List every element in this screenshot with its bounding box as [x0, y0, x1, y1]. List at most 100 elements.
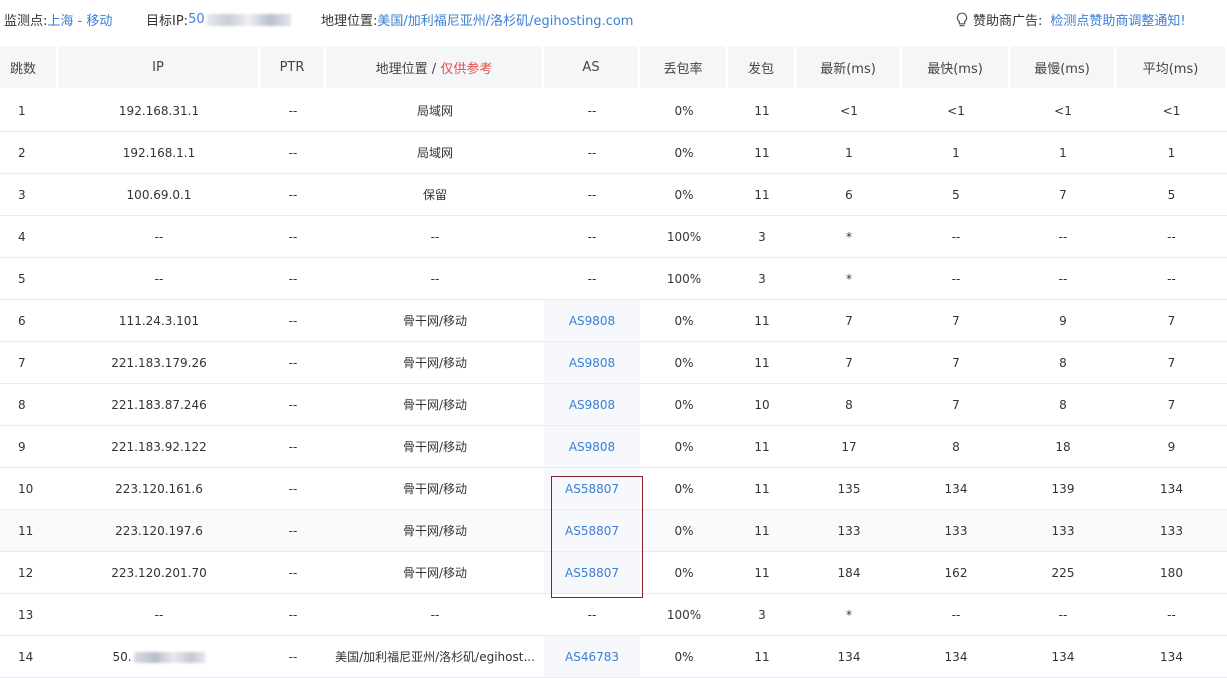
as-link[interactable]: AS9808	[569, 398, 615, 412]
as-link[interactable]: AS58807	[565, 482, 619, 496]
cell-loss: 0%	[640, 132, 728, 174]
cell-loss: 0%	[640, 552, 728, 594]
table-row: 12 223.120.201.70 -- 骨干网/移动 AS58807 0% 11 184 16…	[0, 552, 1227, 594]
cell-ip: 223.120.161.6	[58, 468, 260, 510]
monitor-label: 监测点:	[4, 14, 48, 29]
geo-text: 骨干网/移动	[402, 482, 468, 496]
cell-hop: 9	[0, 426, 58, 468]
cell-ptr: --	[260, 216, 326, 258]
as-link[interactable]: AS58807	[565, 566, 619, 580]
sponsor-notice-link[interactable]: 检测点赞助商调整通知!	[1050, 10, 1185, 29]
cell-worst: --	[1010, 216, 1116, 258]
as-empty: --	[587, 145, 597, 160]
col-geo: 地理位置 / 仅供参考	[326, 46, 544, 88]
ip-text: 223.120.161.6	[115, 481, 203, 496]
cell-avg: <1	[1116, 90, 1227, 132]
cell-ptr: --	[260, 342, 326, 384]
cell-geo: 骨干网/移动	[326, 342, 544, 384]
cell-ptr: --	[260, 384, 326, 426]
cell-ip: 100.69.0.1	[58, 174, 260, 216]
table-row: 1 192.168.31.1 -- 局域网 -- 0% 11 <1 <1 <1 <1	[0, 90, 1227, 132]
as-link[interactable]: AS46783	[565, 650, 619, 664]
cell-ptr: --	[260, 510, 326, 552]
cell-last: 134	[796, 636, 902, 678]
col-ip: IP	[58, 46, 260, 88]
cell-best: <1	[902, 90, 1010, 132]
cell-sent: 11	[728, 426, 796, 468]
cell-as: --	[544, 90, 640, 132]
cell-best: 1	[902, 132, 1010, 174]
cell-avg: 7	[1116, 300, 1227, 342]
cell-worst: 18	[1010, 426, 1116, 468]
cell-best: 133	[902, 510, 1010, 552]
cell-geo: 局域网	[326, 132, 544, 174]
cell-ptr: --	[260, 636, 326, 678]
cell-as: AS9808	[544, 426, 640, 468]
ip-text: --	[154, 229, 164, 244]
col-geo-warning: 仅供参考	[440, 61, 493, 77]
cell-worst: 225	[1010, 552, 1116, 594]
cell-as: --	[544, 216, 640, 258]
cell-geo: 骨干网/移动	[326, 384, 544, 426]
cell-worst: 134	[1010, 636, 1116, 678]
as-link[interactable]: AS9808	[569, 440, 615, 454]
cell-sent: 11	[728, 300, 796, 342]
cell-ip: 192.168.31.1	[58, 90, 260, 132]
cell-ip: --	[58, 258, 260, 300]
cell-last: 133	[796, 510, 902, 552]
cell-ip: 223.120.201.70	[58, 552, 260, 594]
geo-text: 局域网	[416, 146, 453, 160]
as-link[interactable]: AS9808	[569, 314, 615, 328]
target-label: 目标IP:	[146, 14, 189, 29]
cell-sent: 3	[728, 258, 796, 300]
cell-loss: 0%	[640, 342, 728, 384]
cell-best: --	[902, 258, 1010, 300]
cell-best: 162	[902, 552, 1010, 594]
cell-ip: 221.183.179.26	[58, 342, 260, 384]
cell-best: 5	[902, 174, 1010, 216]
table-row: 7 221.183.179.26 -- 骨干网/移动 AS9808 0% 11 7 7 8 7	[0, 342, 1227, 384]
cell-as: --	[544, 174, 640, 216]
cell-geo: 骨干网/移动	[326, 468, 544, 510]
col-loss: 丢包率	[640, 46, 728, 88]
cell-best: --	[902, 594, 1010, 636]
table-row: 13 -- -- -- -- 100% 3 * -- -- --	[0, 594, 1227, 636]
cell-last: 6	[796, 174, 902, 216]
redacted-ip	[133, 651, 206, 663]
geo-value-link[interactable]: 美国/加利福尼亚州/洛杉矶/egihosting.com	[377, 10, 633, 29]
table-row: 10 223.120.161.6 -- 骨干网/移动 AS58807 0% 11 135 134…	[0, 468, 1227, 510]
lightbulb-icon	[955, 12, 969, 28]
cell-sent: 11	[728, 468, 796, 510]
as-empty: --	[587, 229, 597, 244]
monitor-point: 监测点: 上海 - 移动	[4, 10, 112, 29]
cell-ptr: --	[260, 594, 326, 636]
cell-avg: 7	[1116, 384, 1227, 426]
cell-worst: --	[1010, 258, 1116, 300]
cell-last: *	[796, 258, 902, 300]
cell-ptr: --	[260, 426, 326, 468]
geo-text: 美国/加利福尼亚州/洛杉矶/egihost...	[335, 650, 535, 664]
table-row: 11 223.120.197.6 -- 骨干网/移动 AS58807 0% 11 133 133…	[0, 510, 1227, 552]
cell-ptr: --	[260, 258, 326, 300]
cell-sent: 11	[728, 342, 796, 384]
cell-as: --	[544, 258, 640, 300]
monitor-value-link[interactable]: 上海 - 移动	[47, 10, 112, 29]
table-row: 8 221.183.87.246 -- 骨干网/移动 AS9808 0% 10 8 7 8 7	[0, 384, 1227, 426]
ip-text: 111.24.3.101	[118, 313, 200, 328]
cell-avg: 1	[1116, 132, 1227, 174]
cell-as: --	[544, 132, 640, 174]
cell-loss: 0%	[640, 174, 728, 216]
cell-geo: 局域网	[326, 90, 544, 132]
as-empty: --	[587, 103, 597, 118]
col-best: 最快(ms)	[902, 46, 1010, 88]
sponsor-label: 赞助商广告:	[973, 14, 1043, 29]
as-link[interactable]: AS9808	[569, 356, 615, 370]
as-link[interactable]: AS58807	[565, 524, 619, 538]
cell-last: 1	[796, 132, 902, 174]
cell-last: *	[796, 594, 902, 636]
cell-best: 134	[902, 468, 1010, 510]
col-avg: 平均(ms)	[1116, 46, 1227, 88]
cell-as: AS9808	[544, 300, 640, 342]
cell-as: AS9808	[544, 384, 640, 426]
ip-text: 192.168.1.1	[122, 145, 196, 160]
